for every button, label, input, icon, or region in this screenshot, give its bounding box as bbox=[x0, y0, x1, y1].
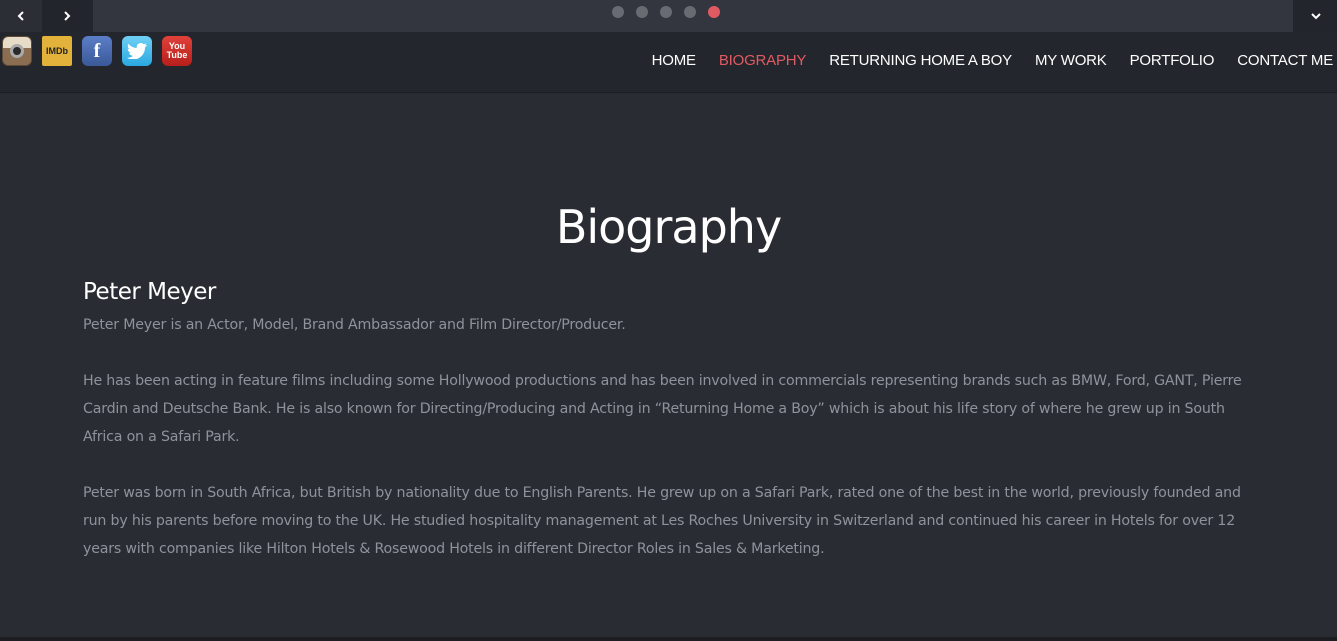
slider-dot-1[interactable] bbox=[612, 6, 624, 18]
slider-expand-button[interactable] bbox=[1294, 0, 1337, 32]
nav-home[interactable]: HOME bbox=[652, 52, 696, 69]
slider-dot-2[interactable] bbox=[636, 6, 648, 18]
camera-lens bbox=[10, 44, 24, 58]
imdb-icon[interactable]: IMDb bbox=[42, 36, 72, 66]
page-title: Biography bbox=[555, 200, 782, 254]
bio-paragraph-3: Peter was born in South Africa, but Brit… bbox=[83, 485, 1241, 557]
nav-returning-home-a-boy[interactable]: RETURNING HOME A BOY bbox=[829, 52, 1012, 69]
slider-next-button[interactable] bbox=[42, 0, 92, 32]
youtube-label-bottom: Tube bbox=[166, 50, 188, 60]
slider-bar bbox=[0, 0, 1337, 32]
chevron-right-icon bbox=[64, 11, 71, 21]
social-links: IMDb f You Tube bbox=[2, 36, 192, 66]
bio-paragraph-2: He has been acting in feature films incl… bbox=[83, 373, 1242, 445]
facebook-icon[interactable]: f bbox=[82, 36, 112, 66]
bio-paragraph-1: Peter Meyer is an Actor, Model, Brand Am… bbox=[83, 317, 626, 333]
instagram-icon[interactable] bbox=[2, 36, 32, 66]
slider-dot-5[interactable] bbox=[708, 6, 720, 18]
slider-dot-3[interactable] bbox=[660, 6, 672, 18]
youtube-icon[interactable]: You Tube bbox=[162, 36, 192, 66]
twitter-icon[interactable] bbox=[122, 36, 152, 66]
main-nav: HOME BIOGRAPHY RETURNING HOME A BOY MY W… bbox=[652, 52, 1334, 69]
twitter-bird-icon bbox=[127, 43, 147, 59]
slider-dots bbox=[612, 6, 720, 18]
slider-dot-4[interactable] bbox=[684, 6, 696, 18]
site-header: IMDb f You Tube HOME BIOGRAPHY RETURNING… bbox=[0, 32, 1337, 93]
chevron-left-icon bbox=[17, 11, 24, 21]
chevron-down-icon bbox=[1310, 13, 1321, 20]
bio-name: Peter Meyer bbox=[83, 279, 216, 305]
nav-portfolio[interactable]: PORTFOLIO bbox=[1130, 52, 1215, 69]
nav-my-work[interactable]: MY WORK bbox=[1035, 52, 1107, 69]
nav-contact-me[interactable]: CONTACT ME bbox=[1237, 52, 1333, 69]
slider-prev-button[interactable] bbox=[0, 0, 42, 32]
nav-biography[interactable]: BIOGRAPHY bbox=[719, 52, 807, 69]
footer-divider bbox=[0, 637, 1337, 641]
